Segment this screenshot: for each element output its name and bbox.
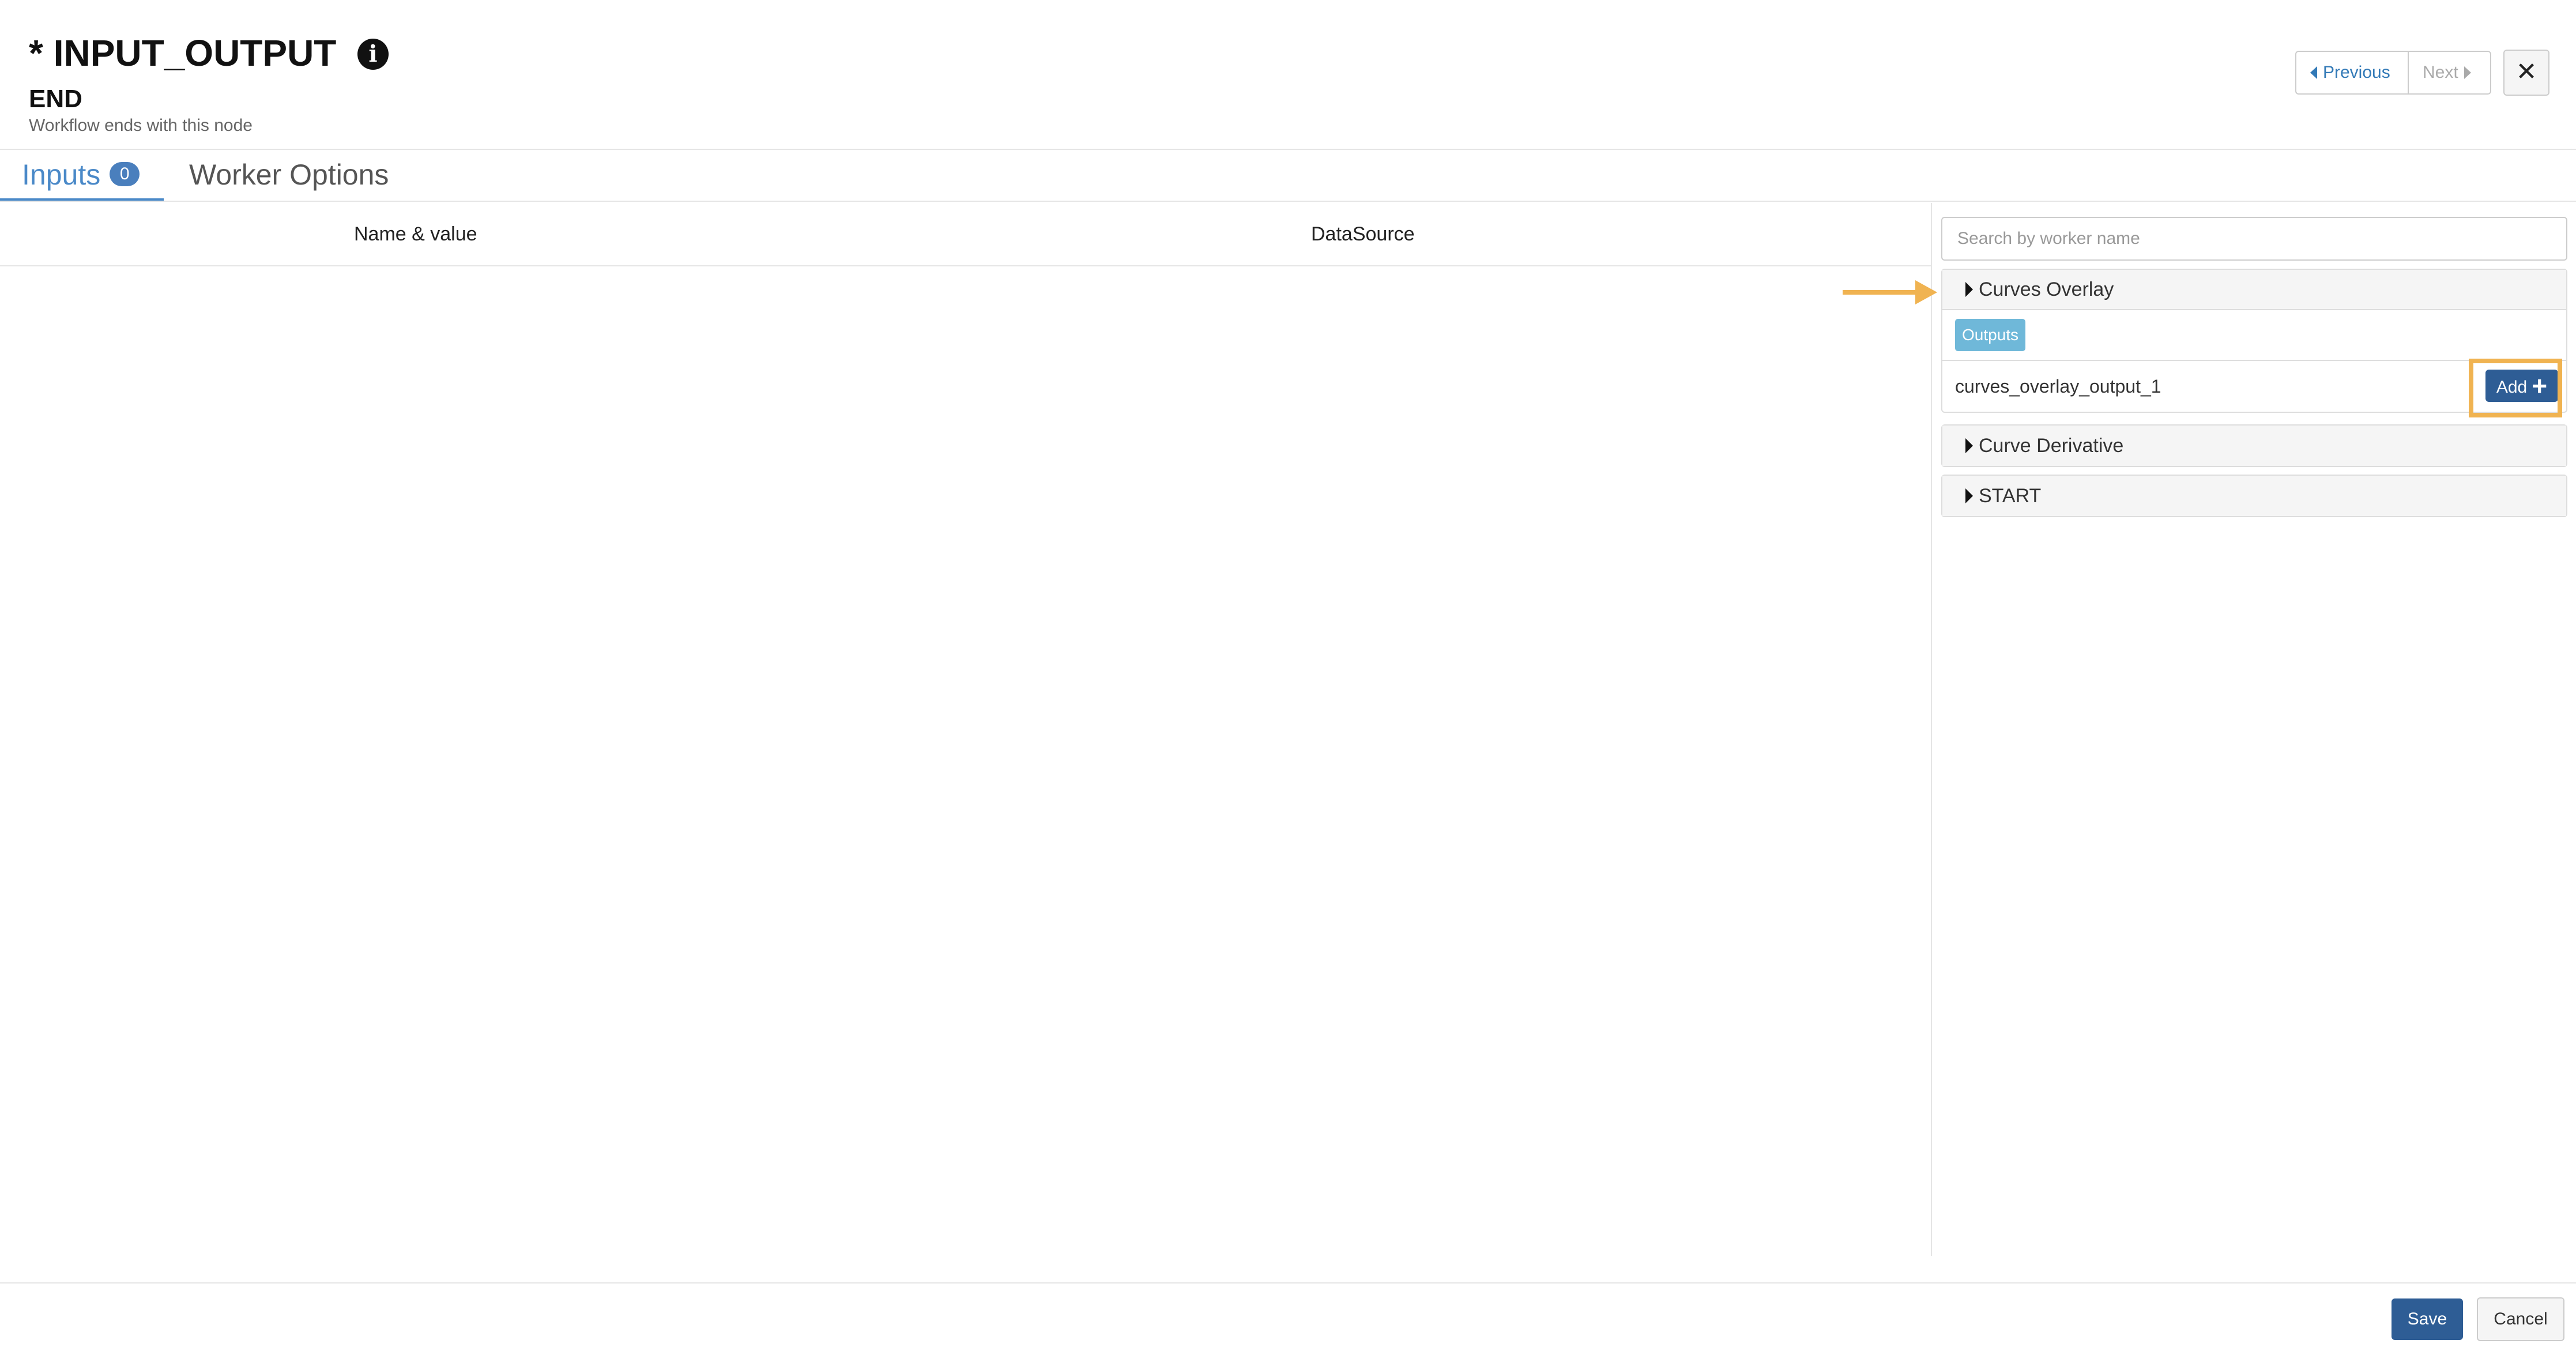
outputs-label: Outputs <box>1955 319 2026 351</box>
node-name: END <box>29 85 82 113</box>
annotation-arrow <box>1843 290 1918 295</box>
close-button[interactable]: ✕ <box>2503 50 2549 96</box>
info-icon[interactable]: i <box>357 39 389 70</box>
footer-divider <box>0 1282 2576 1284</box>
previous-button[interactable]: Previous <box>2296 52 2409 93</box>
next-label: Next <box>2423 63 2458 82</box>
caret-right-icon <box>1965 488 1973 503</box>
inputs-count-badge: 0 <box>110 161 140 186</box>
worker-header-curve-derivative[interactable]: Curve Derivative <box>1942 426 2566 466</box>
page-title: * INPUT_OUTPUT <box>29 32 337 74</box>
cancel-button[interactable]: Cancel <box>2477 1297 2564 1341</box>
tab-worker-options-label: Worker Options <box>189 159 389 191</box>
header-divider <box>0 149 2576 150</box>
worker-panel-curve-derivative: Curve Derivative <box>1941 424 2567 467</box>
add-output-button[interactable]: Add + <box>2485 370 2558 402</box>
outputs-section: Outputs <box>1942 310 2566 361</box>
annotation-arrow-head <box>1915 280 1937 304</box>
worker-edit-dialog: * INPUT_OUTPUT i END Workflow ends with … <box>0 0 2576 1355</box>
worker-panel-curves-overlay: Curves Overlay Outputs curves_overlay_ou… <box>1941 269 2567 413</box>
tab-inputs[interactable]: Inputs 0 <box>0 155 164 201</box>
save-button[interactable]: Save <box>2392 1298 2463 1340</box>
output-item: curves_overlay_output_1 Add + <box>1942 361 2566 412</box>
caret-right-icon <box>1965 438 1973 453</box>
node-description: Workflow ends with this node <box>29 116 253 135</box>
column-header-datasource: DataSource <box>1311 223 1415 245</box>
caret-right-icon <box>2464 66 2471 79</box>
worker-header-start[interactable]: START <box>1942 476 2566 516</box>
panel-divider <box>1931 203 1932 1256</box>
next-button[interactable]: Next <box>2409 52 2490 93</box>
worker-name: Curves Overlay <box>1979 278 2114 300</box>
worker-name: Curve Derivative <box>1979 434 2124 457</box>
worker-panel-start: START <box>1941 475 2567 517</box>
caret-left-icon <box>2310 66 2317 79</box>
previous-label: Previous <box>2323 63 2390 82</box>
caret-right-icon <box>1965 282 1973 297</box>
worker-header-curves-overlay[interactable]: Curves Overlay <box>1942 270 2566 310</box>
close-icon: ✕ <box>2515 58 2537 86</box>
output-name: curves_overlay_output_1 <box>1955 375 2161 397</box>
table-header-divider <box>0 265 1931 266</box>
plus-icon: + <box>2532 371 2548 401</box>
tabs-divider <box>0 201 2576 202</box>
add-label: Add <box>2496 378 2528 397</box>
tab-worker-options[interactable]: Worker Options <box>189 155 389 201</box>
tab-inputs-label: Inputs <box>22 159 101 191</box>
worker-name: START <box>1979 484 2042 507</box>
pager: Previous Next <box>2295 51 2491 95</box>
column-header-name-value: Name & value <box>354 223 477 245</box>
worker-search-input[interactable] <box>1941 217 2567 261</box>
